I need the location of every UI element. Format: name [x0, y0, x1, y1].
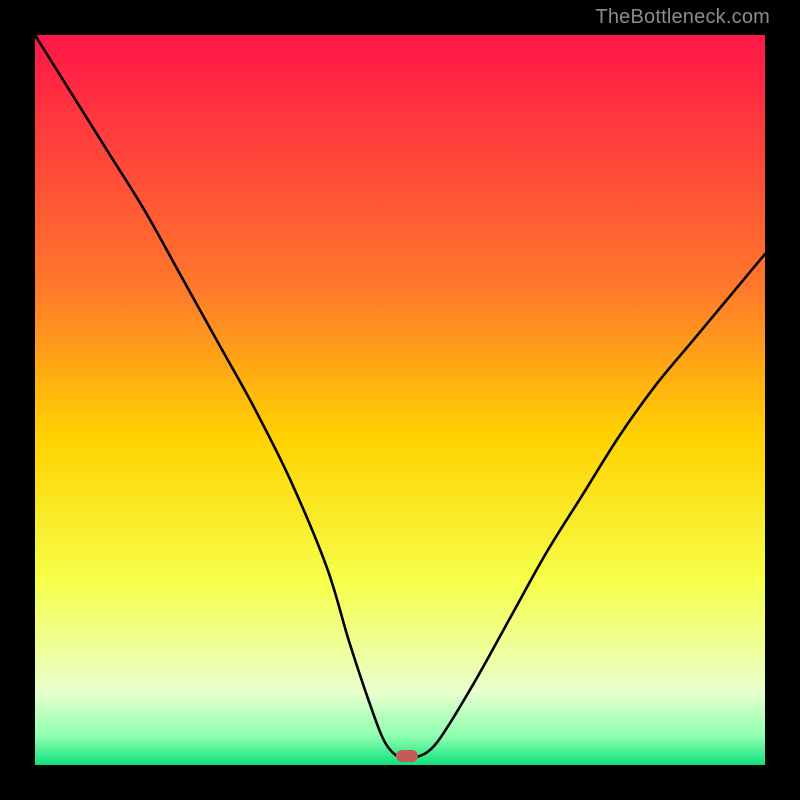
bottleneck-curve — [35, 35, 765, 765]
chart-frame: TheBottleneck.com — [0, 0, 800, 800]
plot-area — [35, 35, 765, 765]
optimal-point-marker — [396, 750, 418, 762]
watermark-label: TheBottleneck.com — [595, 6, 770, 29]
